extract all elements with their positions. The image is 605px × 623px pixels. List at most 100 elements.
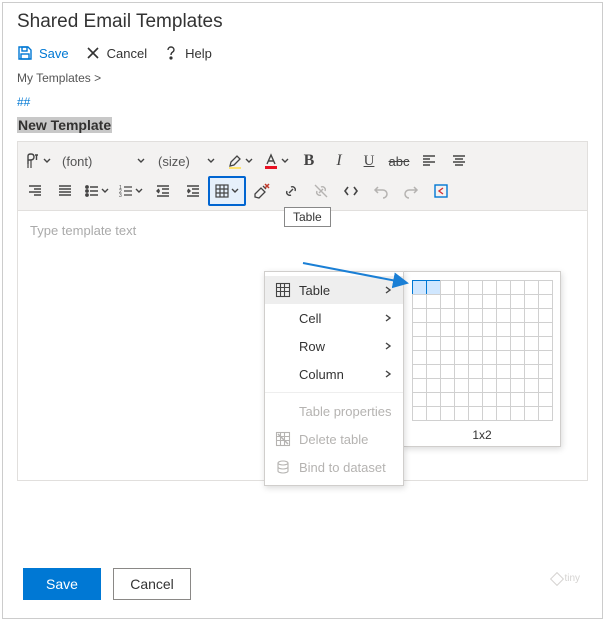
text-highlight-button[interactable] [222, 146, 258, 176]
grid-cell[interactable] [496, 322, 511, 337]
menu-item-table[interactable]: Table [265, 276, 403, 304]
grid-cell[interactable] [454, 294, 469, 309]
grid-cell[interactable] [412, 294, 427, 309]
grid-cell[interactable] [510, 322, 525, 337]
grid-cell[interactable] [440, 280, 455, 295]
grid-cell[interactable] [524, 406, 539, 421]
table-size-picker[interactable]: 1x2 [403, 271, 561, 447]
grid-cell[interactable] [454, 406, 469, 421]
underline-button[interactable]: U [354, 146, 384, 176]
grid-cell[interactable] [468, 294, 483, 309]
grid-cell[interactable] [482, 280, 497, 295]
grid-cell[interactable] [426, 336, 441, 351]
align-left-button[interactable] [414, 146, 444, 176]
insert-macro-button[interactable] [426, 176, 456, 206]
grid-cell[interactable] [440, 294, 455, 309]
breadcrumb[interactable]: My Templates > [3, 71, 602, 91]
grid-cell[interactable] [440, 392, 455, 407]
align-right-button[interactable] [20, 176, 50, 206]
grid-cell[interactable] [482, 294, 497, 309]
grid-cell[interactable] [440, 308, 455, 323]
grid-cell[interactable] [524, 336, 539, 351]
grid-cell[interactable] [496, 308, 511, 323]
grid-cell[interactable] [440, 364, 455, 379]
numbered-list-button[interactable]: 123 [114, 176, 148, 206]
formatting-button[interactable] [20, 146, 56, 176]
grid-cell[interactable] [538, 294, 553, 309]
grid-cell[interactable] [482, 336, 497, 351]
grid-cell[interactable] [468, 322, 483, 337]
grid-cell[interactable] [538, 378, 553, 393]
topbar-save-button[interactable]: Save [17, 45, 69, 61]
grid-cell[interactable] [524, 392, 539, 407]
grid-cell[interactable] [510, 406, 525, 421]
bold-button[interactable]: B [294, 146, 324, 176]
text-color-button[interactable] [258, 146, 294, 176]
menu-item-column[interactable]: Column [265, 360, 403, 388]
grid-cell[interactable] [538, 308, 553, 323]
outdent-button[interactable] [148, 176, 178, 206]
grid-cell[interactable] [468, 350, 483, 365]
grid-cell[interactable] [412, 350, 427, 365]
grid-cell[interactable] [482, 308, 497, 323]
grid-cell[interactable] [454, 364, 469, 379]
menu-item-row[interactable]: Row [265, 332, 403, 360]
grid-cell[interactable] [496, 280, 511, 295]
grid-cell[interactable] [426, 294, 441, 309]
grid-cell[interactable] [524, 322, 539, 337]
grid-cell[interactable] [454, 280, 469, 295]
grid-cell[interactable] [412, 406, 427, 421]
grid-cell[interactable] [496, 378, 511, 393]
grid-cell[interactable] [454, 336, 469, 351]
grid-cell[interactable] [454, 392, 469, 407]
link-button[interactable] [276, 176, 306, 206]
grid-cell[interactable] [538, 280, 553, 295]
grid-cell[interactable] [496, 336, 511, 351]
grid-cell[interactable] [440, 406, 455, 421]
grid-cell[interactable] [454, 378, 469, 393]
grid-cell[interactable] [524, 294, 539, 309]
grid-cell[interactable] [426, 378, 441, 393]
grid-cell[interactable] [412, 378, 427, 393]
align-center-button[interactable] [444, 146, 474, 176]
grid-cell[interactable] [538, 322, 553, 337]
italic-button[interactable]: I [324, 146, 354, 176]
grid-cell[interactable] [454, 350, 469, 365]
table-size-grid[interactable] [412, 280, 552, 420]
grid-cell[interactable] [538, 350, 553, 365]
grid-cell[interactable] [538, 406, 553, 421]
font-select[interactable]: (font) [56, 146, 152, 176]
grid-cell[interactable] [538, 364, 553, 379]
grid-cell[interactable] [482, 392, 497, 407]
grid-cell[interactable] [482, 322, 497, 337]
code-button[interactable] [336, 176, 366, 206]
grid-cell[interactable] [468, 378, 483, 393]
indent-button[interactable] [178, 176, 208, 206]
clear-format-button[interactable] [246, 176, 276, 206]
align-justify-button[interactable] [50, 176, 80, 206]
grid-cell[interactable] [440, 350, 455, 365]
grid-cell[interactable] [426, 350, 441, 365]
grid-cell[interactable] [468, 392, 483, 407]
grid-cell[interactable] [538, 336, 553, 351]
grid-cell[interactable] [412, 322, 427, 337]
grid-cell[interactable] [482, 378, 497, 393]
grid-cell[interactable] [412, 308, 427, 323]
topbar-help-button[interactable]: Help [163, 45, 212, 61]
grid-cell[interactable] [510, 308, 525, 323]
grid-cell[interactable] [510, 294, 525, 309]
grid-cell[interactable] [454, 322, 469, 337]
grid-cell[interactable] [510, 392, 525, 407]
grid-cell[interactable] [510, 364, 525, 379]
size-select[interactable]: (size) [152, 146, 222, 176]
grid-cell[interactable] [426, 308, 441, 323]
grid-cell[interactable] [426, 280, 441, 295]
topbar-cancel-button[interactable]: Cancel [85, 45, 147, 61]
grid-cell[interactable] [510, 350, 525, 365]
grid-cell[interactable] [426, 406, 441, 421]
grid-cell[interactable] [524, 280, 539, 295]
grid-cell[interactable] [496, 392, 511, 407]
grid-cell[interactable] [440, 322, 455, 337]
grid-cell[interactable] [482, 364, 497, 379]
grid-cell[interactable] [426, 322, 441, 337]
